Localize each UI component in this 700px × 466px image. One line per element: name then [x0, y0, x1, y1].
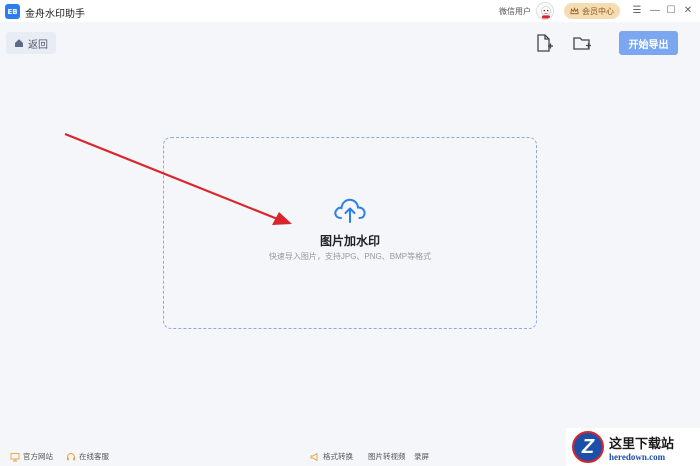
cloud-upload-icon: [334, 198, 366, 223]
screen-record-label: 录屏: [414, 452, 429, 461]
official-site-link[interactable]: 官方网站: [10, 451, 53, 462]
watermark-text: 这里下载站 heredown.com: [609, 433, 674, 462]
home-icon: [15, 39, 23, 47]
image-drop-zone[interactable]: 图片加水印 快速导入图片，支持JPG、PNG、BMP等格式: [163, 137, 537, 329]
format-convert-link[interactable]: 格式转换: [310, 451, 353, 462]
close-icon[interactable]: ✕: [681, 3, 695, 17]
user-name[interactable]: 微信用户: [499, 6, 531, 17]
menu-icon[interactable]: ☰: [630, 3, 644, 17]
format-convert-label: 格式转换: [323, 452, 353, 461]
app-logo: EB: [5, 4, 20, 19]
watermark-en: heredown.com: [609, 451, 666, 462]
vip-center-button[interactable]: 会员中心: [564, 3, 620, 19]
minimize-icon[interactable]: —: [648, 3, 662, 17]
megaphone-icon: [310, 452, 318, 461]
headset-icon: [67, 452, 75, 460]
app-title: 金舟水印助手: [25, 9, 85, 20]
online-service-link[interactable]: 在线客服: [66, 451, 109, 462]
watermark-cn: 这里下载站: [609, 436, 675, 452]
image-to-video-label: 图片转视频: [368, 452, 406, 461]
vip-center-label: 会员中心: [582, 6, 614, 16]
title-bar: EB 金舟水印助手 微信用户 会员中心 ☰ — ☐ ✕: [0, 0, 700, 22]
online-service-label: 在线客服: [79, 452, 109, 461]
monitor-icon: [10, 452, 20, 461]
official-site-label: 官方网站: [23, 452, 53, 461]
back-label: 返回: [28, 39, 48, 51]
start-export-button[interactable]: 开始导出: [619, 31, 678, 55]
image-to-video-link[interactable]: 图片转视频: [368, 451, 406, 462]
back-button[interactable]: 返回: [6, 32, 56, 54]
avatar[interactable]: [536, 2, 554, 20]
toolbar: 返回 开始导出: [0, 22, 700, 64]
drop-zone-hint: 快速导入图片，支持JPG、PNG、BMP等格式: [268, 252, 432, 261]
site-watermark: Z 这里下载站 heredown.com: [566, 428, 700, 466]
crown-icon: [570, 7, 579, 15]
drop-zone-title: 图片加水印: [319, 234, 380, 248]
maximize-icon[interactable]: ☐: [664, 3, 678, 17]
add-folder-icon[interactable]: [572, 33, 592, 53]
add-file-icon[interactable]: [534, 33, 554, 53]
screen-record-link[interactable]: 录屏: [414, 451, 429, 462]
avatar-icon: [538, 4, 553, 19]
watermark-logo: Z: [572, 431, 604, 463]
